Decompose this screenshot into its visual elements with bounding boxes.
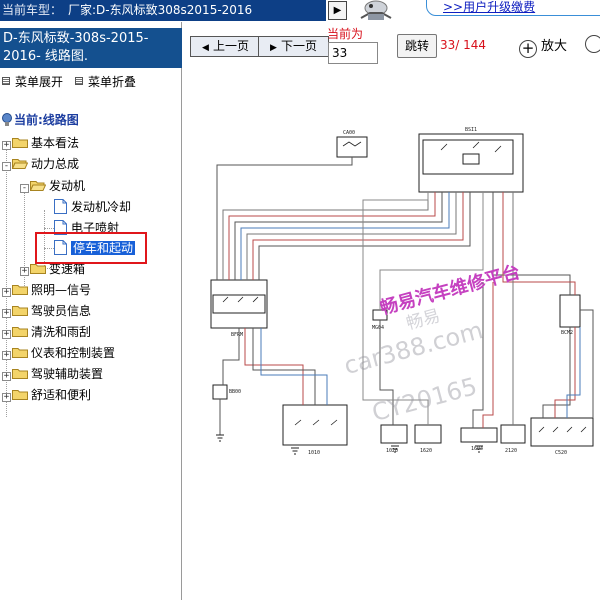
page-count: 33/ 144 — [440, 38, 487, 52]
component-label: BCM2 — [561, 330, 573, 336]
tree-item-label: 发动机 — [49, 179, 86, 193]
component-label: CA00 — [343, 130, 355, 136]
expand-plus-icon[interactable]: + — [20, 267, 29, 276]
collapse-all-button[interactable]: 菜单折叠 — [75, 74, 136, 90]
wiring-diagram-canvas: CA00 BSI1 BFRM MG04 BCM2 BB00 1010 1020 … — [210, 127, 594, 456]
expand-all-icon — [2, 77, 10, 85]
component-label: C520 — [555, 450, 567, 456]
collapse-minus-icon[interactable]: - — [2, 162, 11, 171]
tree-item-label: 驾驶员信息 — [31, 304, 92, 318]
wiring-diagram: CA00 BSI1 BFRM MG04 BCM2 BB00 1010 1020 … — [183, 70, 600, 600]
expand-plus-icon[interactable]: + — [2, 351, 11, 360]
promo-banner: ▶ >>用户升级缴费 — [326, 0, 600, 22]
globe-node-icon — [2, 113, 12, 126]
zoom-in-icon: + — [519, 40, 537, 58]
upgrade-link[interactable]: >>用户升级缴费 — [443, 0, 535, 15]
highlight-annotation — [35, 232, 147, 264]
play-arrow-icon[interactable]: ▶ — [328, 1, 347, 20]
component-label: 2120 — [505, 448, 517, 454]
expand-plus-icon[interactable]: + — [2, 330, 11, 339]
document-page-icon — [54, 199, 67, 214]
component-label: 1604 — [471, 446, 483, 452]
component-label: BB00 — [229, 389, 241, 395]
tree-item-engine-cooling[interactable]: 发动机冷却 — [54, 198, 131, 216]
vehicle-value: 厂家:D-东风标致308s2015-2016 — [68, 3, 253, 17]
expand-plus-icon[interactable]: + — [2, 309, 11, 318]
expand-plus-icon[interactable]: + — [2, 288, 11, 297]
current-node[interactable]: 当前:线路图 — [2, 112, 79, 128]
next-page-label: 下一页 — [280, 39, 317, 53]
mascot-figure-icon — [360, 0, 392, 20]
tree-item-driver-info[interactable]: + 驾驶员信息 — [2, 302, 91, 320]
folder-icon — [12, 285, 28, 295]
zoom-in-label: 放大 — [541, 39, 568, 54]
tree-item-lighting[interactable]: + 照明—信号 — [2, 281, 91, 299]
tree-item-label: 驾驶辅助装置 — [31, 367, 104, 381]
next-page-button[interactable]: ▶ 下一页 — [258, 36, 329, 57]
prev-page-label: 上一页 — [212, 39, 249, 53]
folder-icon — [12, 306, 28, 316]
expand-all-button[interactable]: 菜单展开 — [2, 74, 63, 90]
prev-page-button[interactable]: ◀ 上一页 — [190, 36, 261, 57]
tree-item-label: 动力总成 — [31, 157, 80, 171]
component-label: 1010 — [308, 450, 320, 456]
folder-icon — [12, 138, 28, 148]
component-label: BSI1 — [465, 127, 477, 133]
component-label: MG04 — [372, 325, 384, 331]
folder-open-icon — [30, 181, 46, 191]
tree-item-label: 照明—信号 — [31, 283, 92, 297]
component-label: 1020 — [386, 448, 398, 454]
tree-item-comfort[interactable]: + 舒适和便利 — [2, 386, 91, 404]
sidebar-title: D-东风标致-308s-2015-2016- 线路图. — [0, 28, 182, 68]
tree-item-label: 发动机冷却 — [71, 200, 132, 214]
collapse-all-label: 菜单折叠 — [88, 75, 137, 89]
sidebar: D-东风标致-308s-2015-2016- 线路图. 菜单展开 菜单折叠 当前… — [0, 22, 182, 600]
collapse-all-icon — [75, 77, 83, 85]
toolbar: ◀上一页 ▶下一页 当前为 跳转 33/ 144 + 放大 — [183, 22, 600, 70]
expand-plus-icon[interactable]: + — [2, 141, 11, 150]
tree-item-powertrain[interactable]: - 动力总成 — [2, 155, 79, 173]
component-label: 1620 — [420, 448, 432, 454]
zoom-in-button[interactable]: + 放大 — [519, 36, 567, 58]
jump-button[interactable]: 跳转 — [397, 34, 437, 58]
tree-item-basic[interactable]: + 基本看法 — [2, 134, 79, 152]
tree-item-label: 舒适和便利 — [31, 388, 92, 402]
vehicle-header: 当前车型： 厂家:D-东风标致308s2015-2016 — [0, 0, 326, 21]
expand-all-label: 菜单展开 — [15, 75, 64, 89]
tree-item-wash-wipe[interactable]: + 清洗和雨刮 — [2, 323, 91, 341]
component-label: BFRM — [231, 332, 243, 338]
collapse-minus-icon[interactable]: - — [20, 184, 29, 193]
tree-item-driving-aids[interactable]: + 驾驶辅助装置 — [2, 365, 103, 383]
tree-connector — [24, 188, 25, 294]
zoom-out-icon[interactable] — [585, 35, 600, 53]
tree-item-label: 清洗和雨刮 — [31, 325, 92, 339]
tree-connector — [44, 228, 54, 229]
vehicle-label: 当前车型： — [2, 3, 63, 17]
expand-plus-icon[interactable]: + — [2, 372, 11, 381]
tree-item-label: 仪表和控制装置 — [31, 346, 116, 360]
folder-open-icon — [12, 159, 28, 169]
tree-item-label: 变速箱 — [49, 262, 86, 276]
folder-icon — [12, 390, 28, 400]
arrow-left-icon: ◀ — [202, 43, 209, 53]
arrow-right-icon: ▶ — [270, 43, 277, 53]
page-number-input[interactable] — [328, 42, 378, 64]
expand-plus-icon[interactable]: + — [2, 393, 11, 402]
tree-item-instruments[interactable]: + 仪表和控制装置 — [2, 344, 115, 362]
folder-icon — [30, 264, 46, 274]
folder-icon — [12, 327, 28, 337]
current-page-label: 当前为 — [327, 27, 364, 41]
current-node-label: 当前:线路图 — [14, 113, 79, 127]
folder-icon — [12, 348, 28, 358]
tree-item-label: 基本看法 — [31, 136, 80, 150]
tree-item-engine[interactable]: - 发动机 — [20, 177, 85, 195]
folder-icon — [12, 369, 28, 379]
